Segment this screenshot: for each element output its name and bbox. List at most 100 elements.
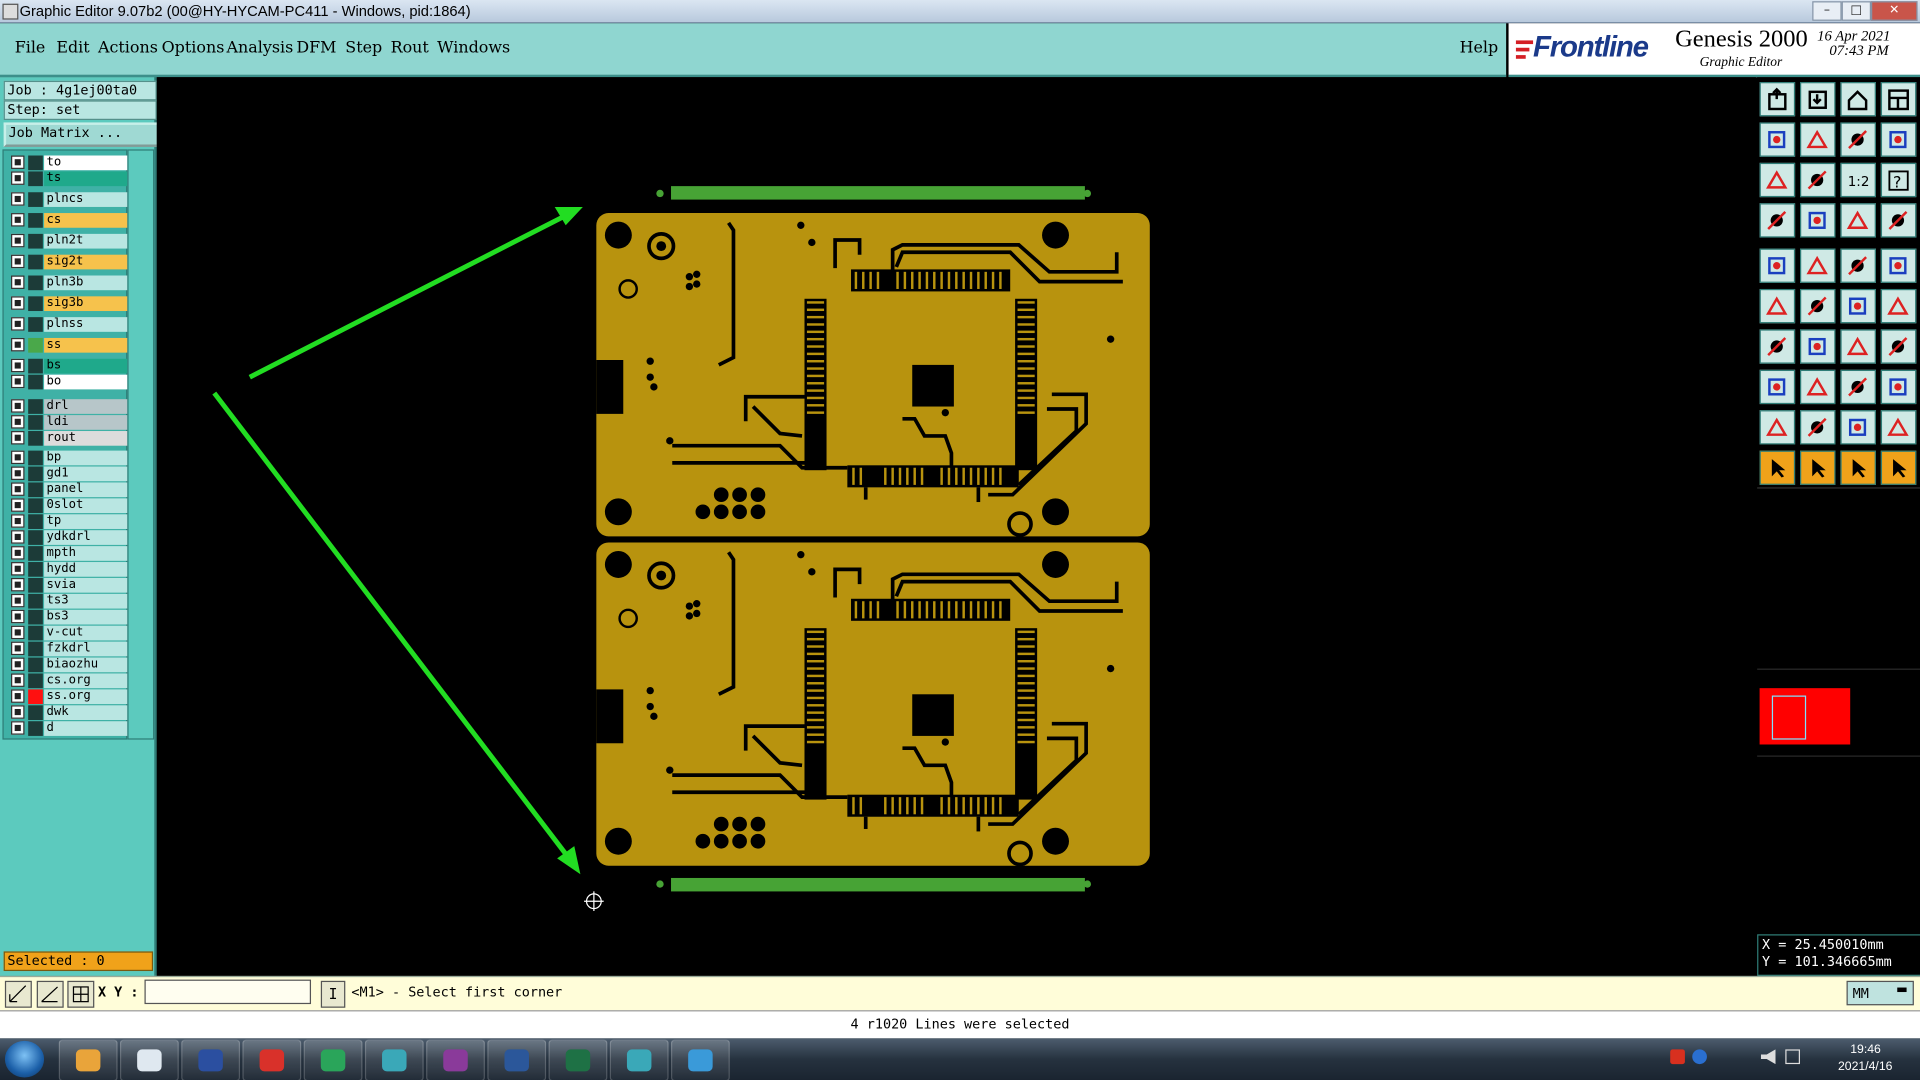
xy-input[interactable] (144, 979, 312, 1005)
layer-checkbox[interactable] (11, 498, 25, 512)
layer-color-swatch[interactable] (28, 233, 43, 249)
layer-name[interactable]: v-cut (44, 625, 129, 641)
taskbar-p-app-button[interactable] (303, 1039, 363, 1080)
layer-checkbox[interactable] (11, 399, 25, 413)
layer-color-swatch[interactable] (28, 337, 43, 353)
layer-row-pln2t[interactable]: pln2t (11, 233, 129, 249)
menu-options[interactable]: Options (162, 39, 225, 57)
layer-row-ydkdrl[interactable]: ydkdrl (11, 530, 129, 545)
layer-name[interactable]: panel (44, 482, 129, 498)
layer-color-swatch[interactable] (28, 482, 43, 498)
layer-checkbox[interactable] (11, 530, 25, 544)
layer-name[interactable]: plncs (44, 192, 129, 207)
layer-checkbox[interactable] (11, 546, 25, 560)
arc-tool-button[interactable] (1840, 329, 1876, 364)
layer-color-swatch[interactable] (28, 657, 43, 673)
poly-fill-tool-button[interactable] (1880, 410, 1917, 445)
layer-name[interactable]: sig3b (44, 296, 129, 312)
layer-color-swatch[interactable] (28, 155, 43, 171)
layer-color-swatch[interactable] (28, 358, 43, 374)
layer-name[interactable]: rout (44, 431, 129, 446)
layer-color-swatch[interactable] (28, 466, 43, 482)
layer-color-swatch[interactable] (28, 399, 43, 414)
layer-name[interactable]: fzkdrl (44, 641, 129, 657)
layer-checkbox[interactable] (11, 609, 25, 624)
maximize-button[interactable]: □ (1841, 1, 1872, 21)
menu-edit[interactable]: Edit (56, 39, 89, 57)
layer-name[interactable]: ss (44, 337, 129, 353)
layer-name[interactable]: d (44, 721, 129, 736)
layer-color-swatch[interactable] (28, 431, 43, 446)
layer-checkbox[interactable] (11, 593, 25, 608)
layer-color-swatch[interactable] (28, 577, 43, 593)
taskbar-x-app-button[interactable] (426, 1039, 485, 1080)
layer-name[interactable]: ts (44, 171, 129, 187)
layer-color-swatch[interactable] (28, 705, 43, 721)
triangle-tool-button[interactable] (1759, 410, 1796, 445)
layer-color-swatch[interactable] (28, 498, 43, 514)
pan-tool-button[interactable] (1800, 162, 1836, 198)
layer-checkbox[interactable] (11, 358, 25, 373)
layer-row-d[interactable]: d (11, 721, 129, 736)
layer-name[interactable]: drl (44, 399, 129, 414)
text-tool-button[interactable] (1800, 410, 1836, 445)
layer-row-panel[interactable]: panel (11, 482, 129, 498)
job-matrix-button[interactable]: Job Matrix ... (3, 122, 160, 147)
tray-s-icon[interactable] (1670, 1049, 1685, 1065)
layer-row-0slot[interactable]: 0slot (11, 498, 129, 514)
layer-name[interactable]: ss.org (44, 689, 129, 705)
layer-color-swatch[interactable] (28, 171, 43, 187)
pad-tool-button[interactable] (1759, 248, 1796, 283)
clock-time[interactable]: 19:46 (1850, 1043, 1881, 1056)
grid-tool-button[interactable] (1800, 203, 1836, 238)
delete-tool-button[interactable] (1800, 288, 1836, 324)
layer-name[interactable]: plnss (44, 317, 129, 332)
layer-row-bs[interactable]: bs (11, 358, 129, 374)
layer-row-cs-org[interactable]: cs.org (11, 673, 129, 689)
layer-row-rout[interactable]: rout (11, 431, 129, 446)
layer-row-ldi[interactable]: ldi (11, 415, 129, 430)
layer-name[interactable]: cs (44, 213, 129, 228)
split-tool-button[interactable] (1880, 329, 1917, 364)
measure-icon[interactable] (36, 980, 64, 1008)
layer-checkbox[interactable] (11, 254, 25, 269)
layer-row-drl[interactable]: drl (11, 399, 129, 414)
tray-network-icon[interactable] (1785, 1049, 1801, 1065)
layer-name[interactable]: hydd (44, 562, 129, 577)
menu-dfm[interactable]: DFM (296, 39, 336, 57)
menu-windows[interactable]: Windows (437, 39, 510, 57)
layer-row-pln3b[interactable]: pln3b (11, 275, 129, 291)
copy-tool-button[interactable] (1840, 122, 1876, 157)
layer-color-swatch[interactable] (28, 641, 43, 657)
grid-icon[interactable] (67, 980, 95, 1008)
layer-checkbox[interactable] (11, 155, 25, 169)
layer-checkbox[interactable] (11, 192, 25, 206)
layer-name[interactable]: svia (44, 577, 129, 593)
layer-name[interactable]: pln2t (44, 233, 129, 249)
layer-row-to[interactable]: to (11, 155, 129, 171)
layer-scrollbar[interactable] (127, 149, 155, 740)
layer-row-bs3[interactable]: bs3 (11, 609, 129, 625)
layer-name[interactable]: bp (44, 450, 129, 466)
select-net-tool-button[interactable] (1840, 450, 1876, 485)
overview-window[interactable] (1757, 487, 1920, 979)
layer-color-swatch[interactable] (28, 415, 43, 430)
layer-row-cs[interactable]: cs (11, 213, 129, 228)
route-tool-button[interactable] (1759, 329, 1796, 364)
layer-checkbox[interactable] (11, 275, 25, 289)
taskbar-eye-app-button[interactable] (364, 1039, 424, 1080)
minus-tool-button[interactable] (1800, 369, 1836, 405)
node-tool-button[interactable] (1759, 288, 1796, 324)
layer-checkbox[interactable] (11, 233, 25, 248)
taskbar-genesis-g-button[interactable] (242, 1039, 302, 1080)
layer-name[interactable]: tp (44, 514, 129, 529)
layer-name[interactable]: gd1 (44, 466, 129, 482)
export-tool-button[interactable] (1800, 122, 1836, 157)
layer-name[interactable]: dwk (44, 705, 129, 721)
layer-row-bp[interactable]: bp (11, 450, 129, 466)
graphics-canvas[interactable] (156, 77, 1756, 976)
taskbar-word-button[interactable] (487, 1039, 547, 1080)
layer-color-swatch[interactable] (28, 275, 43, 291)
layer-row-ts[interactable]: ts (11, 171, 129, 187)
layer-color-swatch[interactable] (28, 530, 43, 545)
